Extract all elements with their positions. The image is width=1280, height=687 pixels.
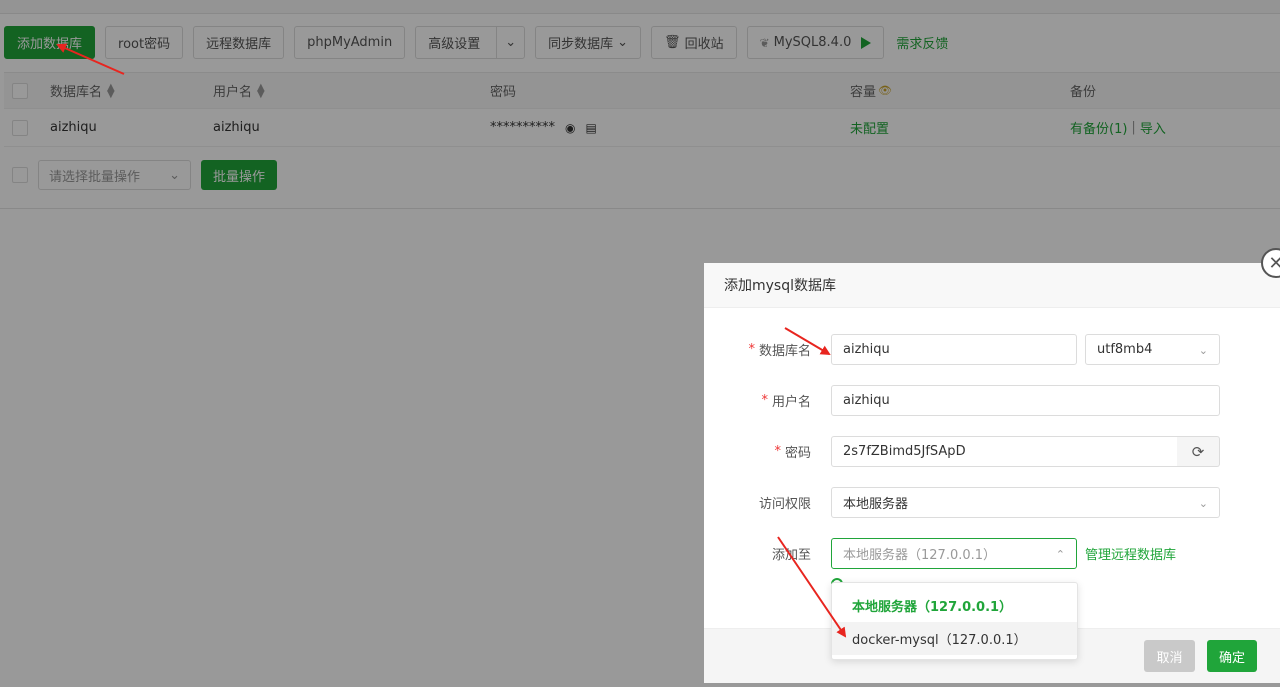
add-to-label: 添加至 [771, 548, 811, 563]
dialog-title: 添加mysql数据库 [704, 263, 1280, 308]
password-label: * 密码 [774, 444, 811, 461]
dropdown-option-local[interactable]: 本地服务器（127.0.0.1） [832, 589, 1077, 622]
add-to-row: 添加至 本地服务器（127.0.0.1） ⌃ 管理远程数据库 [704, 538, 1280, 569]
manage-remote-db-link[interactable]: 管理远程数据库 [1085, 538, 1176, 569]
refresh-icon[interactable]: ⟳ [1177, 436, 1220, 467]
add-to-dropdown: 本地服务器（127.0.0.1） docker-mysql（127.0.0.1） [831, 582, 1078, 660]
db-name-input[interactable]: aizhiqu [831, 334, 1077, 365]
access-select[interactable]: 本地服务器 ⌄ [831, 487, 1220, 518]
add-to-select[interactable]: 本地服务器（127.0.0.1） ⌃ [831, 538, 1077, 569]
db-name-row: * 数据库名 aizhiqu utf8mb4 ⌄ [704, 334, 1280, 365]
db-name-label: * 数据库名 [748, 342, 811, 359]
cancel-button[interactable]: 取消 [1144, 640, 1195, 672]
password-row: * 密码 2s7fZBimd5JfSApD ⟳ [704, 436, 1280, 467]
username-label: * 用户名 [761, 393, 811, 410]
password-input[interactable]: 2s7fZBimd5JfSApD [831, 436, 1178, 467]
dropdown-option-docker[interactable]: docker-mysql（127.0.0.1） [832, 622, 1077, 655]
username-row: * 用户名 aizhiqu [704, 385, 1280, 416]
chevron-up-icon: ⌃ [1055, 548, 1065, 561]
chevron-down-icon: ⌄ [1198, 497, 1208, 510]
charset-select[interactable]: utf8mb4 ⌄ [1085, 334, 1220, 365]
access-row: 访问权限 本地服务器 ⌄ [704, 487, 1280, 518]
access-label: 访问权限 [758, 497, 811, 512]
username-input[interactable]: aizhiqu [831, 385, 1220, 416]
chevron-down-icon: ⌄ [1198, 344, 1208, 357]
confirm-button[interactable]: 确定 [1207, 640, 1257, 672]
